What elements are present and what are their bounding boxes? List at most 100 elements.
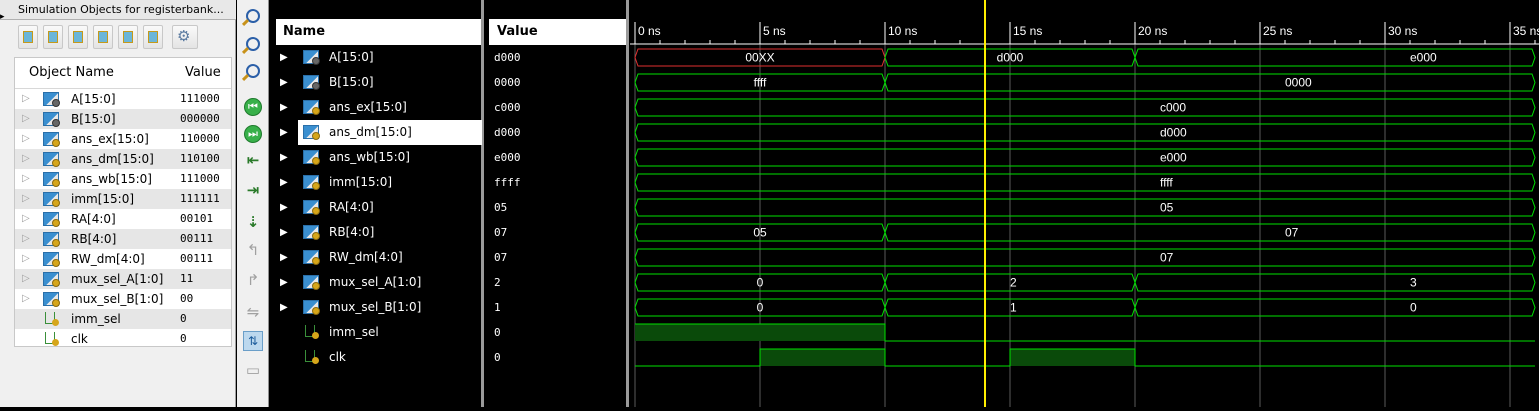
value-column-header[interactable]: Value [489,19,626,45]
next-marker-icon[interactable]: ↱ [243,270,263,290]
bus-value-label: 07 [1160,251,1174,265]
expand-arrow-icon[interactable]: ▷ [22,249,30,269]
zoom-out-icon[interactable] [246,64,260,78]
expand-arrow-icon[interactable]: ▷ [22,129,30,149]
object-row[interactable]: ▷ mux_sel_B[1:0] 00 [15,289,231,309]
wave-name-row[interactable]: ▶ ans_ex[15:0] [276,95,482,120]
object-value: 111111 [180,192,220,205]
wave-name-row[interactable]: ▶ A[15:0] [276,45,482,70]
expand-arrow-icon[interactable]: ▷ [22,89,30,109]
wave-name-row[interactable]: ▶ B[15:0] [276,70,482,95]
expand-triangle-icon[interactable]: ▶ [280,145,288,170]
go-to-end-icon[interactable]: ⏭ [244,125,262,143]
settings-button[interactable]: ⚙ [172,25,198,49]
wave-name-row[interactable]: ▶ ans_dm[15:0] [280,120,482,145]
previous-marker-icon[interactable]: ↰ [243,240,263,260]
column-header-value[interactable]: Value [185,58,221,88]
object-row[interactable]: ▷ RW_dm[4:0] 00111 [15,249,231,269]
variable-icon [148,31,158,43]
expand-triangle-icon[interactable]: ▶ [280,220,288,245]
object-name: B[15:0] [71,112,116,126]
wave-name-row[interactable]: ▶ mux_sel_B[1:0] [276,295,482,320]
expand-arrow-icon[interactable]: ▷ [22,149,30,169]
expand-triangle-icon[interactable]: ▶ [280,245,288,270]
bus-icon [303,225,320,240]
value-wave-divider[interactable] [626,0,629,407]
wave-name-row[interactable]: ▶ RW_dm[4:0] [276,245,482,270]
bus-segment [634,198,1536,217]
wave-name-row[interactable]: ▶ mux_sel_A[1:0] [276,270,482,295]
floating-ruler-icon[interactable]: ▭ [243,360,263,380]
wave-name-row[interactable]: ▶ imm[15:0] [276,170,482,195]
bus-value-label: ffff [1160,176,1173,190]
swap-cursors-icon[interactable]: ⇋ [243,302,263,322]
expand-triangle-icon[interactable]: ▶ [280,95,288,120]
value-header-label: Value [497,24,538,39]
waveform-canvas[interactable]: 0 ns5 ns10 ns15 ns20 ns25 ns30 ns35 ns00… [630,0,1539,407]
object-row[interactable]: imm_sel 0 [15,309,231,329]
go-to-start-icon[interactable]: ⏮ [244,98,262,116]
previous-transition-icon[interactable]: ⇤ [243,150,263,170]
expand-arrow-icon[interactable]: ▷ [22,189,30,209]
bus-value-label: ffff [754,76,767,90]
expand-triangle-icon[interactable]: ▶ [280,170,288,195]
time-tick-label: 30 ns [1388,24,1417,38]
filter-outputs-button[interactable] [43,25,63,49]
object-row[interactable]: ▷ RB[4:0] 00111 [15,229,231,249]
object-row[interactable]: ▷ ans_ex[15:0] 110000 [15,129,231,149]
expand-arrow-icon[interactable]: ▷ [22,109,30,129]
bus-value-label: d000 [997,51,1024,65]
expand-triangle-icon[interactable]: ▶ [280,295,288,320]
object-value: 111000 [180,92,220,105]
wave-signal-value: 05 [494,201,508,214]
expand-triangle-icon[interactable]: ▶ [280,120,288,145]
wave-name-row[interactable]: ▶ RB[4:0] [276,220,482,245]
bus-value-label: 00XX [745,51,774,65]
object-name: A[15:0] [71,92,116,106]
wave-name-row[interactable]: ▶ ans_wb[15:0] [276,145,482,170]
filter-inputs-button[interactable] [18,25,38,49]
zoom-fit-icon[interactable] [246,37,260,51]
name-column-header[interactable]: Name [276,19,482,45]
snap-to-transition-icon[interactable]: ⇅ [243,331,263,351]
bus-icon [43,172,60,187]
wave-name-row[interactable]: clk [276,345,482,370]
add-marker-icon[interactable]: ⇣ [243,212,263,232]
filter-constants-button[interactable] [118,25,138,49]
bus-value-label: 0 [757,301,764,315]
expand-arrow-icon[interactable]: ▷ [22,289,30,309]
wave-name-row[interactable]: ▶ RA[4:0] [276,195,482,220]
panel-collapse-icon[interactable]: ▸ [0,12,6,22]
object-row[interactable]: ▷ imm[15:0] 111111 [15,189,231,209]
expand-triangle-icon[interactable]: ▶ [280,270,288,295]
object-row[interactable]: ▷ mux_sel_A[1:0] 11 [15,269,231,289]
object-row[interactable]: ▷ ans_dm[15:0] 110100 [15,149,231,169]
object-name: imm_sel [71,312,121,326]
bus-segment [884,223,1536,242]
filter-inouts-button[interactable] [68,25,88,49]
next-transition-icon[interactable]: ⇥ [243,180,263,200]
internal-signal-icon [98,31,108,43]
column-header-object-name[interactable]: Object Name [29,58,114,88]
bus-segment [634,98,1536,117]
object-row[interactable]: ▷ RA[4:0] 00101 [15,209,231,229]
object-row[interactable]: ▷ A[15:0] 111000 [15,89,231,109]
name-header-label: Name [283,24,326,39]
filter-internal-button[interactable] [93,25,113,49]
object-row[interactable]: ▷ ans_wb[15:0] 111000 [15,169,231,189]
expand-arrow-icon[interactable]: ▷ [22,169,30,189]
expand-triangle-icon[interactable]: ▶ [280,195,288,220]
expand-arrow-icon[interactable]: ▷ [22,229,30,249]
wave-name-row[interactable]: imm_sel [276,320,482,345]
wave-signal-name: ans_wb[15:0] [329,150,410,164]
object-row[interactable]: clk 0 [15,329,231,349]
expand-triangle-icon[interactable]: ▶ [280,45,288,70]
expand-arrow-icon[interactable]: ▷ [22,209,30,229]
expand-arrow-icon[interactable]: ▷ [22,269,30,289]
filter-variables-button[interactable] [143,25,163,49]
waveform-panel[interactable]: 0 ns5 ns10 ns15 ns20 ns25 ns30 ns35 ns00… [630,0,1539,407]
expand-triangle-icon[interactable]: ▶ [280,70,288,95]
object-row[interactable]: ▷ B[15:0] 000000 [15,109,231,129]
zoom-in-icon[interactable] [246,9,260,23]
objects-panel-title-bar: Simulation Objects for registerbank... [0,0,236,20]
